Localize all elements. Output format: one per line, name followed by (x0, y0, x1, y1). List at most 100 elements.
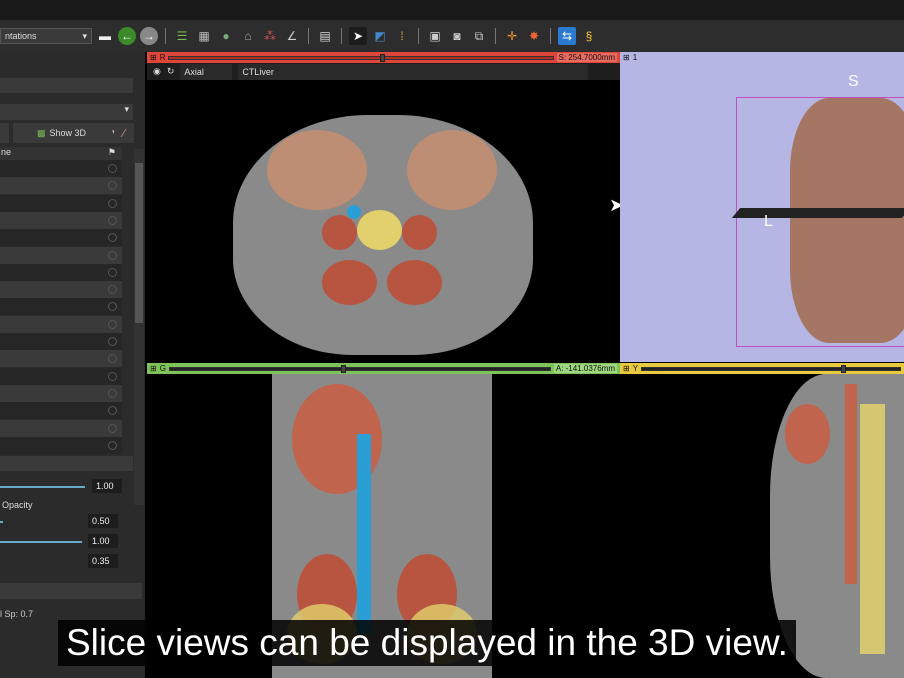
visibility-toggle[interactable] (108, 371, 117, 381)
extension-manager-icon[interactable]: ⇆ (558, 27, 576, 45)
pointer-icon[interactable]: ➤ (349, 27, 367, 45)
pin-icon[interactable]: ⊞ (623, 53, 630, 62)
segment-row[interactable] (0, 263, 122, 281)
segment-row[interactable] (0, 384, 122, 402)
segment-row[interactable] (0, 281, 122, 299)
segment-row[interactable] (0, 229, 122, 247)
segment-row[interactable] (0, 367, 122, 385)
fiducial-icon[interactable]: ✛ (503, 27, 521, 45)
module-selector[interactable]: ntations ▾ (0, 28, 92, 44)
forward-icon[interactable]: → (140, 27, 158, 45)
segment-row[interactable] (0, 298, 122, 316)
fill-opacity-slider[interactable] (0, 521, 3, 523)
show-3d-button[interactable]: ▩ Show 3D (13, 123, 110, 143)
aorta (845, 384, 857, 584)
separator (165, 28, 166, 44)
red-slice-slider[interactable] (168, 53, 554, 62)
outline-opacity-spinbox[interactable]: 1.00 (88, 534, 118, 548)
visibility-toggle[interactable] (108, 181, 117, 191)
pin-icon[interactable]: ⊞ (150, 364, 157, 373)
visibility-toggle[interactable] (108, 388, 117, 398)
kidney (402, 215, 437, 250)
pin-icon[interactable]: ⊞ (150, 53, 157, 62)
crosshair-icon[interactable]: ⁞ (393, 27, 411, 45)
dcm-icon[interactable]: ▦ (195, 27, 213, 45)
visibility-toggle[interactable] (108, 285, 117, 295)
eye-icon[interactable]: ◉ (153, 66, 161, 77)
visibility-toggle[interactable] (108, 267, 117, 277)
back-icon[interactable]: ← (118, 27, 136, 45)
add-button[interactable] (0, 123, 9, 143)
visibility-toggle[interactable] (108, 440, 117, 450)
models-icon[interactable]: ⌂ (239, 27, 257, 45)
volume-icon[interactable]: ● (217, 27, 235, 45)
segment-row[interactable] (0, 194, 122, 212)
section-header[interactable] (0, 456, 133, 471)
transform-icon[interactable]: ⧉ (470, 27, 488, 45)
visibility-toggle[interactable] (108, 233, 117, 243)
status-text: l Sp: 0.7 (0, 609, 34, 619)
screenshot-icon[interactable]: ▣ (426, 27, 444, 45)
slice-opacity-spinbox[interactable]: 0.35 (88, 554, 118, 568)
visibility-toggle[interactable] (108, 319, 117, 329)
capture-icon[interactable]: ◙ (448, 27, 466, 45)
segment-row[interactable] (0, 315, 122, 333)
segment-row[interactable] (0, 402, 122, 420)
green-slice-controller: ⊞ G A: -141.0376mm (147, 363, 620, 374)
slider-handle[interactable] (840, 364, 846, 373)
collapsible-header[interactable] (0, 78, 133, 93)
pin-icon[interactable]: ⊞ (623, 364, 630, 373)
threed-view[interactable]: S L (620, 63, 904, 362)
red-slice-controller: ⊞ R S: 254.7000mm (147, 52, 620, 63)
visibility-toggle[interactable] (108, 250, 117, 260)
extension-icon[interactable]: ✸ (525, 27, 543, 45)
bowel-segment (267, 130, 367, 210)
table-scrollbar[interactable] (134, 149, 144, 505)
segment-icon[interactable]: ⁂ (261, 27, 279, 45)
visibility-toggle[interactable] (108, 198, 117, 208)
segment-row[interactable] (0, 177, 122, 195)
visibility-toggle[interactable] (108, 164, 117, 173)
vessel (347, 205, 361, 219)
segment-row[interactable] (0, 246, 122, 264)
python-icon[interactable]: § (580, 27, 598, 45)
visibility-toggle[interactable] (108, 337, 117, 346)
layout-icon[interactable]: ▬ (96, 27, 114, 45)
link-icon[interactable]: ↻ (167, 66, 175, 77)
visibility-toggle[interactable] (108, 354, 117, 364)
opacity-spinbox[interactable]: 1.00 (92, 479, 122, 493)
orientation-selector[interactable]: Axial (180, 63, 233, 80)
segment-row[interactable] (0, 211, 122, 229)
axial-slice-view[interactable]: ➤ (147, 80, 620, 362)
segment-row[interactable] (0, 350, 122, 368)
slider-handle[interactable] (340, 364, 346, 373)
segment-row[interactable] (0, 419, 122, 437)
slider-handle[interactable] (380, 53, 386, 62)
layout-grid-icon[interactable]: ▤ (316, 27, 334, 45)
visibility-toggle[interactable] (108, 215, 117, 225)
visibility-toggle[interactable] (108, 423, 117, 433)
yellow-slice-slider[interactable] (641, 364, 901, 373)
muscle (387, 260, 442, 305)
segment-row[interactable] (0, 333, 122, 350)
opacity-label: Opacity (2, 500, 33, 510)
visibility-header-icon: ⚑ (107, 147, 116, 157)
visibility-toggle[interactable] (108, 302, 117, 312)
window-level-icon[interactable]: ◩ (371, 27, 389, 45)
yellow-slice-controller: ⊞ Y (620, 363, 904, 374)
segment-row[interactable] (0, 160, 122, 177)
separator (341, 28, 342, 44)
volume-selector[interactable]: CTLiver (238, 63, 589, 80)
segment-row[interactable] (0, 436, 122, 454)
outline-opacity-slider[interactable] (0, 541, 82, 543)
edit-icon[interactable]: ∕ (114, 123, 134, 143)
opacity-slider[interactable] (0, 486, 85, 488)
fill-opacity-spinbox[interactable]: 0.50 (88, 514, 118, 528)
visibility-toggle[interactable] (108, 406, 117, 416)
segmentation-selector[interactable]: ▾ (0, 104, 133, 120)
green-slice-slider[interactable] (168, 364, 551, 373)
section-header[interactable] (0, 583, 142, 599)
data-icon[interactable]: ☰ (173, 27, 191, 45)
toolbar: ntations ▾ ▬ ← → ☰ ▦ ● ⌂ ⁂ ∠ ▤ ➤ ◩ ⁞ ▣ ◙ … (0, 20, 904, 52)
markups-icon[interactable]: ∠ (283, 27, 301, 45)
